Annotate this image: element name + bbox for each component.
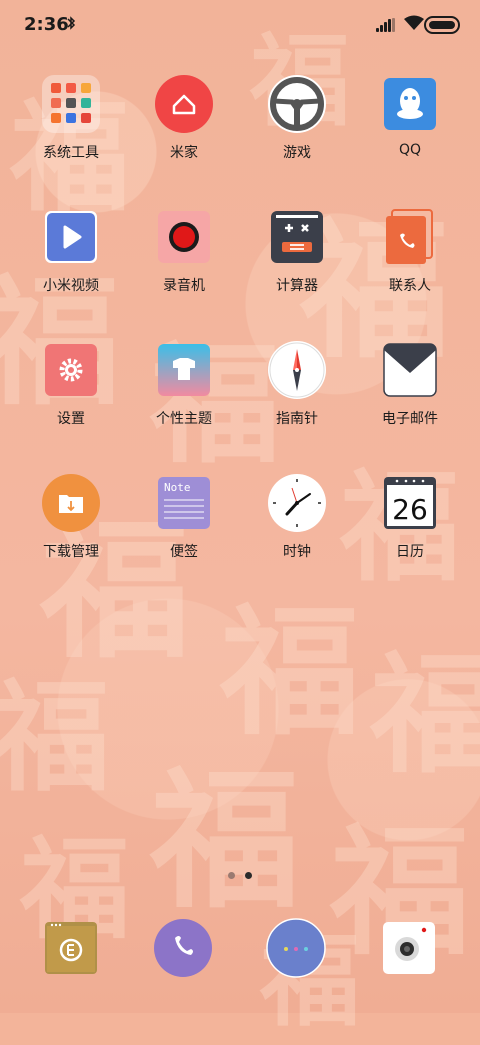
app-label: 设置 xyxy=(57,411,85,427)
app-label: 系统工具 xyxy=(43,145,99,161)
app-label: 时钟 xyxy=(283,544,311,560)
app-clock[interactable]: 时钟 xyxy=(242,474,352,561)
signal-icon xyxy=(376,18,396,32)
app-mijia[interactable]: 米家 xyxy=(129,75,239,162)
app-label: 米家 xyxy=(170,145,198,161)
app-label: 便签 xyxy=(170,544,198,560)
qq-penguin-icon xyxy=(381,75,439,133)
bluetooth-icon xyxy=(66,15,76,35)
clock-icon xyxy=(268,474,326,532)
app-recorder[interactable]: 录音机 xyxy=(129,208,239,295)
app-games[interactable]: 游戏 xyxy=(242,75,352,162)
svg-text:Note: Note xyxy=(164,481,191,494)
dock-phone[interactable] xyxy=(153,918,213,978)
page-indicator xyxy=(228,872,258,882)
calendar-icon: 26 xyxy=(381,474,439,532)
page-dot-1[interactable] xyxy=(228,872,235,879)
steering-wheel-icon xyxy=(268,75,326,133)
system-tools-folder-icon xyxy=(42,75,100,133)
settings-gear-icon xyxy=(42,341,100,399)
app-label: 联系人 xyxy=(389,278,431,294)
phone-icon xyxy=(154,919,212,977)
calculator-icon xyxy=(268,208,326,266)
app-label: 个性主题 xyxy=(156,411,212,427)
app-qq[interactable]: QQ xyxy=(355,75,465,158)
camera-icon xyxy=(383,922,435,974)
app-label: 电子邮件 xyxy=(382,411,438,427)
theme-shirt-icon xyxy=(155,341,213,399)
dock-file-manager[interactable] xyxy=(41,918,101,978)
app-label: 录音机 xyxy=(163,278,205,294)
recorder-icon xyxy=(155,208,213,266)
page-dot-2-active[interactable] xyxy=(245,872,252,879)
app-label: 小米视频 xyxy=(43,278,99,294)
app-system-tools[interactable]: 系统工具 xyxy=(16,75,126,162)
app-label: 计算器 xyxy=(276,278,318,294)
app-notes[interactable]: Note 便签 xyxy=(129,474,239,561)
app-label: 游戏 xyxy=(283,145,311,161)
wifi-icon xyxy=(404,15,424,31)
app-contacts[interactable]: 联系人 xyxy=(355,208,465,295)
compass-icon xyxy=(268,341,326,399)
svg-text:26: 26 xyxy=(392,493,428,526)
app-compass[interactable]: 指南针 xyxy=(242,341,352,428)
notes-icon: Note xyxy=(155,474,213,532)
app-label: 下载管理 xyxy=(43,544,99,560)
app-label: 日历 xyxy=(396,544,424,560)
app-label: 指南针 xyxy=(276,411,318,427)
battery-icon xyxy=(424,16,460,34)
file-manager-icon xyxy=(45,922,97,974)
app-label: QQ xyxy=(398,142,422,158)
app-email[interactable]: 电子邮件 xyxy=(355,341,465,428)
download-folder-icon xyxy=(42,474,100,532)
app-calendar[interactable]: 26 日历 xyxy=(355,474,465,561)
contacts-icon xyxy=(381,208,439,266)
app-downloads[interactable]: 下载管理 xyxy=(16,474,126,561)
app-settings[interactable]: 设置 xyxy=(16,341,126,428)
app-calculator[interactable]: 计算器 xyxy=(242,208,352,295)
dock-messages[interactable] xyxy=(266,918,326,978)
video-play-icon xyxy=(42,208,100,266)
dock-camera[interactable] xyxy=(379,918,439,978)
status-time: 2:36 xyxy=(24,14,69,35)
messages-icon xyxy=(266,918,326,978)
mijia-home-icon xyxy=(155,75,213,133)
status-bar: 2:36 xyxy=(0,0,480,52)
email-envelope-icon xyxy=(381,341,439,399)
app-mi-video[interactable]: 小米视频 xyxy=(16,208,126,295)
app-themes[interactable]: 个性主题 xyxy=(129,341,239,428)
